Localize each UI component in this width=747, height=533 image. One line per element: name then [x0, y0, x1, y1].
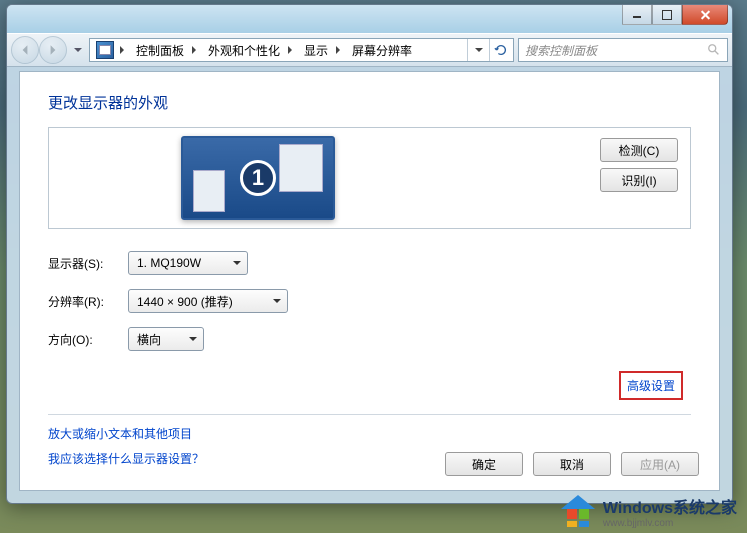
advanced-link-row: 高级设置 — [48, 365, 691, 410]
address-dropdown[interactable] — [467, 39, 489, 61]
forward-button[interactable] — [39, 36, 67, 64]
apply-button[interactable]: 应用(A) — [621, 452, 699, 476]
navigation-bar: 控制面板 外观和个性化 显示 屏幕分辨率 搜索控制面板 — [7, 33, 732, 67]
resolution-select[interactable]: 1440 × 900 (推荐) — [128, 289, 288, 313]
nav-arrows — [11, 36, 67, 64]
display-preview-box: 1 检测(C) 识别(I) — [48, 127, 691, 229]
divider — [48, 414, 691, 415]
chevron-right-icon — [47, 44, 59, 56]
breadcrumb-separator[interactable] — [190, 39, 202, 61]
monitor-preview[interactable]: 1 — [181, 136, 335, 220]
orientation-row: 方向(O): 横向 — [48, 327, 691, 351]
breadcrumb-appearance[interactable]: 外观和个性化 — [202, 39, 286, 61]
footer-buttons: 确定 取消 应用(A) — [445, 452, 699, 476]
close-button[interactable] — [682, 5, 728, 25]
orientation-value: 横向 — [137, 331, 161, 348]
resolution-value: 1440 × 900 (推荐) — [137, 293, 233, 310]
display-row: 显示器(S): 1. MQ190W — [48, 251, 691, 275]
address-bar[interactable]: 控制面板 外观和个性化 显示 屏幕分辨率 — [89, 38, 514, 62]
refresh-icon — [494, 43, 508, 57]
control-panel-icon — [96, 41, 114, 59]
nav-history-dropdown[interactable] — [71, 36, 85, 64]
orientation-label: 方向(O): — [48, 331, 128, 348]
resolution-row: 分辨率(R): 1440 × 900 (推荐) — [48, 289, 691, 313]
control-panel-window: 控制面板 外观和个性化 显示 屏幕分辨率 搜索控制面板 更改显示器的外观 — [6, 4, 733, 504]
identify-button[interactable]: 识别(I) — [600, 168, 678, 192]
breadcrumb-separator[interactable] — [286, 39, 298, 61]
back-button[interactable] — [11, 36, 39, 64]
display-select[interactable]: 1. MQ190W — [128, 251, 248, 275]
search-input[interactable]: 搜索控制面板 — [518, 38, 728, 62]
display-value: 1. MQ190W — [137, 256, 201, 270]
mini-window-icon — [279, 144, 323, 192]
advanced-settings-link[interactable]: 高级设置 — [619, 371, 683, 400]
cancel-button[interactable]: 取消 — [533, 452, 611, 476]
window-controls — [622, 5, 728, 25]
mini-window-icon — [193, 170, 225, 212]
search-icon — [707, 43, 721, 57]
chevron-left-icon — [19, 44, 31, 56]
page-heading: 更改显示器的外观 — [48, 92, 691, 113]
refresh-button[interactable] — [489, 39, 511, 61]
ok-button[interactable]: 确定 — [445, 452, 523, 476]
display-label: 显示器(S): — [48, 255, 128, 272]
orientation-select[interactable]: 横向 — [128, 327, 204, 351]
preview-side-buttons: 检测(C) 识别(I) — [600, 138, 678, 192]
content-area: 更改显示器的外观 1 检测(C) 识别(I) 显示器(S): 1. MQ190W… — [19, 71, 720, 491]
maximize-button[interactable] — [652, 5, 682, 25]
breadcrumb-separator[interactable] — [118, 39, 130, 61]
minimize-button[interactable] — [622, 5, 652, 25]
address-end — [467, 39, 511, 61]
detect-button[interactable]: 检测(C) — [600, 138, 678, 162]
breadcrumb-resolution[interactable]: 屏幕分辨率 — [346, 39, 418, 61]
breadcrumb-separator[interactable] — [334, 39, 346, 61]
watermark-url: www.bjjmlv.com — [603, 518, 737, 529]
monitor-number-badge: 1 — [240, 160, 276, 196]
resolution-label: 分辨率(R): — [48, 293, 128, 310]
breadcrumb-control-panel[interactable]: 控制面板 — [130, 39, 190, 61]
titlebar — [7, 5, 732, 33]
zoom-text-link[interactable]: 放大或缩小文本和其他项目 — [48, 425, 691, 442]
breadcrumb-display[interactable]: 显示 — [298, 39, 334, 61]
search-placeholder: 搜索控制面板 — [525, 42, 597, 59]
